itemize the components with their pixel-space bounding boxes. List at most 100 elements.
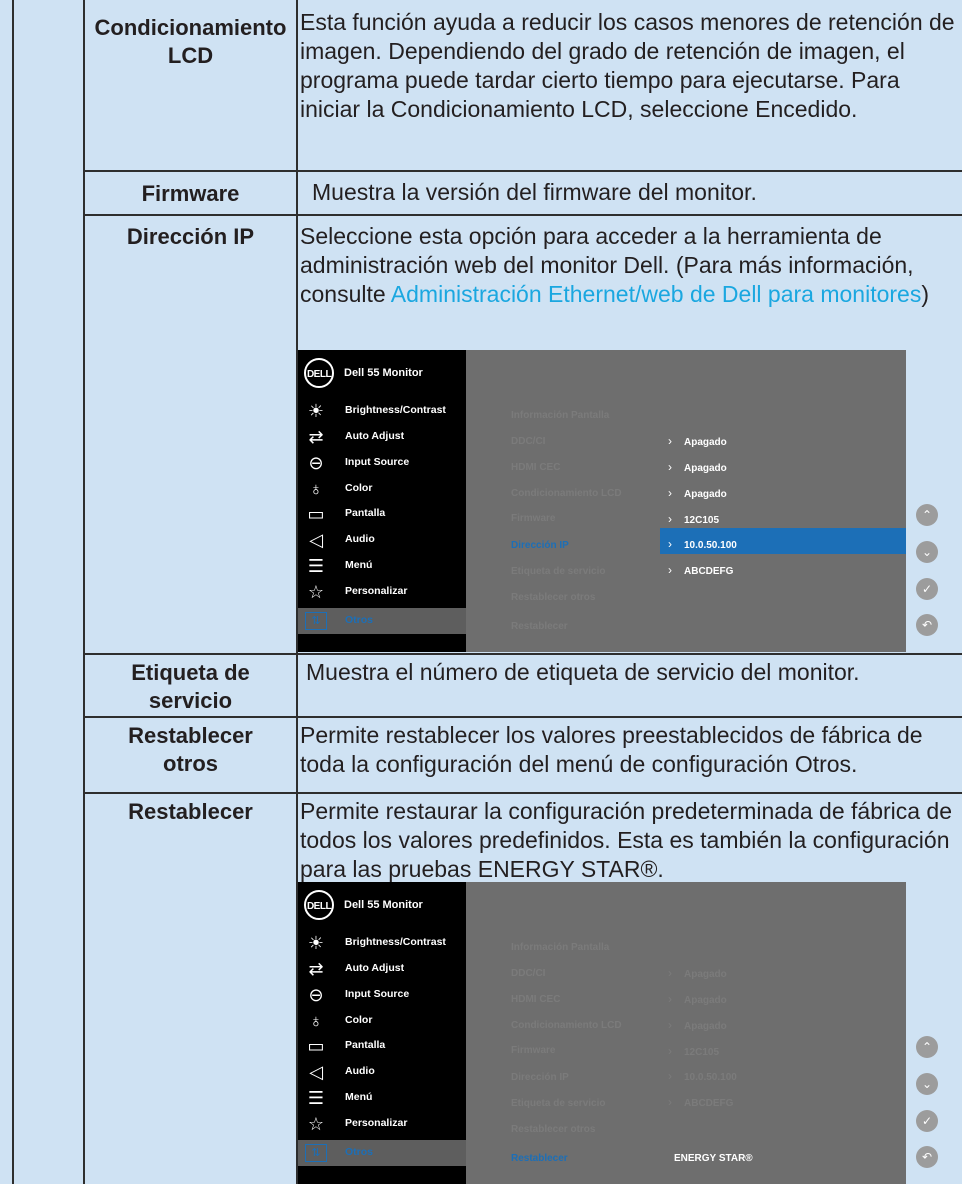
osd-option[interactable]: Firmware	[511, 1045, 555, 1056]
nav-back-icon[interactable]: ↶	[916, 614, 938, 636]
osd-value: › Apagado	[668, 966, 727, 980]
row-label-reset-others: Restablecer otros	[128, 723, 253, 776]
display-icon: ▭	[307, 504, 325, 524]
osd-menu-item-active[interactable]: ⇅ Otros	[298, 608, 466, 634]
osd-value: › ABCDEFG	[668, 563, 733, 577]
osd-title: Dell 55 Monitor	[344, 367, 423, 379]
osd-screenshot-ip: DELL Dell 55 Monitor ☀ Brightness/Contras…	[298, 350, 938, 652]
nav-ok-icon[interactable]: ✓	[916, 1110, 938, 1132]
menu-icon: ☰	[307, 556, 325, 576]
osd-option[interactable]: HDMI CEC	[511, 462, 560, 473]
osd-option[interactable]: DDC/CI	[511, 968, 545, 979]
osd-value-text: 10.0.50.100	[684, 1072, 737, 1083]
chevron-right-icon: ›	[668, 537, 672, 551]
osd-menu-item[interactable]: ◁ Audio	[298, 1059, 466, 1085]
osd-menu-label: Otros	[345, 1146, 374, 1158]
nav-up-icon[interactable]: ⌃	[916, 504, 938, 526]
chevron-right-icon: ›	[668, 992, 672, 1006]
chevron-right-icon: ›	[668, 512, 672, 526]
osd-menu-item[interactable]: ☆ Personalizar	[298, 1111, 466, 1137]
row-divider	[83, 214, 962, 216]
row-desc-ip: Seleccione esta opción para acceder a la…	[300, 222, 962, 309]
nav-up-icon[interactable]: ⌃	[916, 1036, 938, 1058]
osd-value-text: 12C105	[684, 1047, 720, 1058]
osd-menu-item[interactable]: ⇄ Auto Adjust	[298, 956, 466, 982]
osd-value-text: Apagado	[684, 995, 727, 1006]
row-label-reset: Restablecer	[128, 799, 253, 824]
osd-menu-item[interactable]: ▭ Pantalla	[298, 1033, 466, 1059]
osd-menu-label: Input Source	[345, 988, 410, 1000]
osd-menu-item[interactable]: ⊖ Input Source	[298, 982, 466, 1008]
osd-option[interactable]: Restablecer otros	[511, 592, 595, 603]
osd-option[interactable]: Firmware	[511, 513, 555, 524]
osd-menu-item[interactable]: ⊖ Input Source	[298, 450, 466, 476]
osd-option[interactable]: Restablecer otros	[511, 1124, 595, 1135]
chevron-right-icon: ›	[668, 1018, 672, 1032]
nav-down-icon[interactable]: ⌄	[916, 541, 938, 563]
osd-menu-item[interactable]: ☀ Brightness/Contrast	[298, 398, 466, 424]
nav-down-icon[interactable]: ⌄	[916, 1073, 938, 1095]
input-source-icon: ⊖	[308, 453, 324, 473]
osd-option[interactable]: DDC/CI	[511, 436, 545, 447]
brightness-icon: ☀	[307, 933, 325, 953]
osd-option[interactable]: Información Pantalla	[511, 410, 609, 421]
osd-menu-item[interactable]: ⇄ Auto Adjust	[298, 424, 466, 450]
osd-option[interactable]: Etiqueta de servicio	[511, 566, 605, 577]
osd-menu-label: Menú	[345, 1091, 373, 1103]
row-label-lcd-conditioning: Condicionamiento LCD	[94, 15, 287, 68]
osd-option[interactable]: Dirección IP	[511, 1072, 569, 1083]
osd-screenshot-reset: DELL Dell 55 Monitor ☀ Brightness/Contras…	[298, 882, 938, 1184]
osd-option[interactable]: HDMI CEC	[511, 994, 560, 1005]
osd-option-selected[interactable]: Dirección IP	[511, 540, 569, 551]
ip-desc-end: )	[921, 281, 930, 307]
osd-value: › Apagado	[668, 992, 727, 1006]
star-icon: ☆	[307, 1114, 325, 1134]
osd-menu-item[interactable]: ☆ Personalizar	[298, 579, 466, 605]
osd-menu-label: Auto Adjust	[345, 962, 405, 974]
energy-star-label: ENERGY STAR®	[674, 1153, 753, 1164]
osd-menu-item[interactable]: ♁ Color	[298, 476, 466, 502]
chevron-right-icon: ›	[668, 563, 672, 577]
osd-value-text: Apagado	[684, 1021, 727, 1032]
chevron-right-icon: ›	[668, 1069, 672, 1083]
row-desc-firmware: Muestra la versión del firmware del moni…	[312, 179, 757, 205]
chevron-right-icon: ›	[668, 486, 672, 500]
osd-option[interactable]: Condicionamiento LCD	[511, 1020, 622, 1031]
osd-value-text: 10.0.50.100	[684, 540, 737, 551]
osd-menu-label: Brightness/Contrast	[345, 404, 446, 416]
osd-value: › 12C105	[668, 512, 719, 526]
row-desc-service-tag: Muestra el número de etiqueta de servici…	[306, 659, 860, 685]
auto-adjust-icon: ⇄	[308, 959, 324, 979]
row-desc-lcd-conditioning: Esta función ayuda a reducir los casos m…	[300, 9, 955, 122]
osd-menu-item[interactable]: ☰ Menú	[298, 1085, 466, 1111]
osd-menu-item[interactable]: ☰ Menú	[298, 553, 466, 579]
osd-menu-item[interactable]: ♁ Color	[298, 1008, 466, 1034]
audio-icon: ◁	[309, 1062, 323, 1082]
dell-logo: DELL	[304, 890, 334, 920]
osd-menu-label: Personalizar	[345, 585, 408, 597]
table-border-label-left	[83, 0, 85, 1184]
others-icon: ⇅	[305, 1144, 327, 1162]
osd-option[interactable]: Restablecer	[511, 621, 568, 632]
osd-menu-item-active[interactable]: ⇅ Otros	[298, 1140, 466, 1166]
osd-option[interactable]: Condicionamiento LCD	[511, 488, 622, 499]
osd-menu-label: Audio	[345, 1065, 375, 1077]
osd-option[interactable]: Información Pantalla	[511, 942, 609, 953]
nav-back-icon[interactable]: ↶	[916, 1146, 938, 1168]
nav-ok-icon[interactable]: ✓	[916, 578, 938, 600]
osd-value: › Apagado	[668, 486, 727, 500]
osd-option[interactable]: Etiqueta de servicio	[511, 1098, 605, 1109]
ethernet-admin-link[interactable]: Administración Ethernet/web de Dell para…	[391, 281, 922, 307]
osd-menu-label: Audio	[345, 533, 375, 545]
osd-menu-item[interactable]: ☀ Brightness/Contrast	[298, 930, 466, 956]
chevron-right-icon: ›	[668, 460, 672, 474]
osd-menu-label: Color	[345, 482, 373, 494]
osd-option-selected[interactable]: Restablecer	[511, 1153, 568, 1164]
osd-value: › 10.0.50.100	[668, 1069, 737, 1083]
row-label-ip: Dirección IP	[126, 224, 255, 249]
input-source-icon: ⊖	[308, 985, 324, 1005]
osd-title: Dell 55 Monitor	[344, 899, 423, 911]
osd-menu-item[interactable]: ◁ Audio	[298, 527, 466, 553]
row-desc-reset-others: Permite restablecer los valores preestab…	[300, 722, 923, 777]
osd-menu-item[interactable]: ▭ Pantalla	[298, 501, 466, 527]
